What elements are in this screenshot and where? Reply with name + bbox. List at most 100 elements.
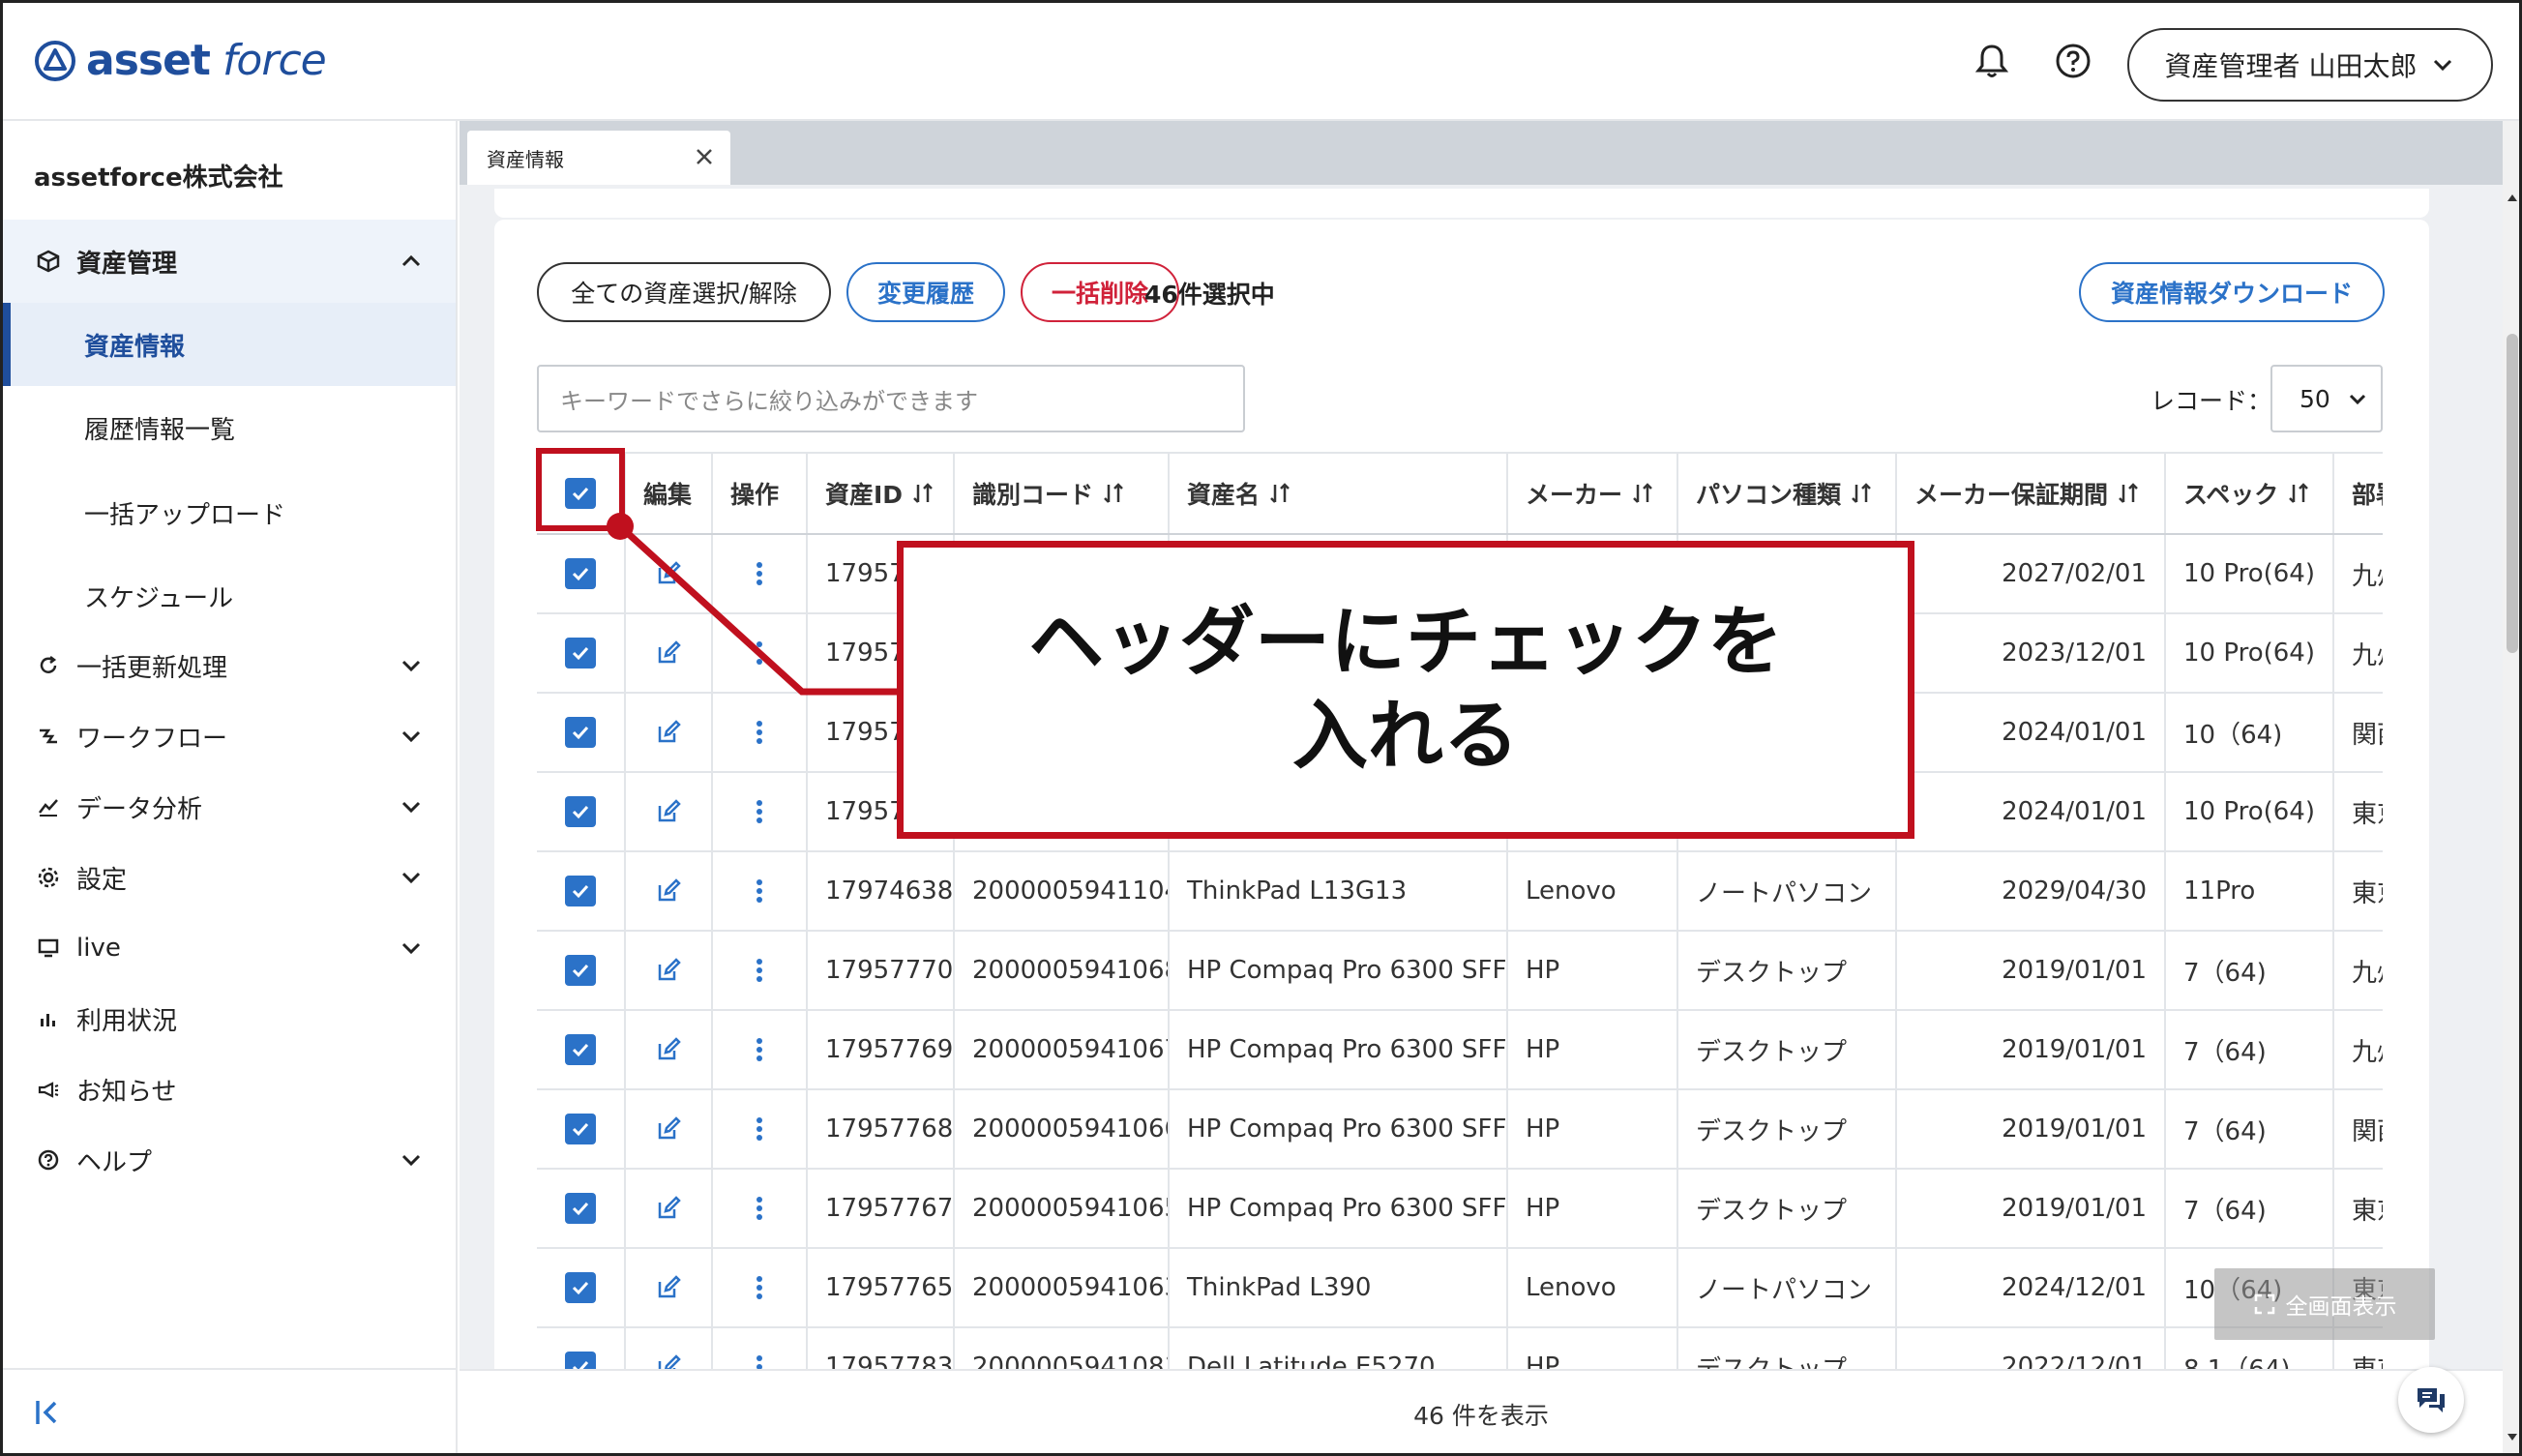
chevron-up-icon[interactable]	[398, 248, 425, 275]
row-checkbox-cell[interactable]	[537, 535, 624, 612]
actions-cell[interactable]	[711, 1328, 806, 1369]
actions-cell[interactable]	[711, 694, 806, 771]
edit-icon[interactable]	[655, 957, 682, 984]
row-checkbox[interactable]	[565, 1352, 596, 1369]
actions-cell[interactable]	[711, 773, 806, 850]
row-checkbox-cell[interactable]	[537, 852, 624, 930]
edit-icon[interactable]	[655, 1274, 682, 1301]
edit-icon[interactable]	[655, 1353, 682, 1369]
header-department[interactable]: 部署	[2332, 454, 2383, 533]
edit-icon[interactable]	[655, 1036, 682, 1063]
chevron-down-icon[interactable]	[398, 652, 425, 679]
actions-cell[interactable]	[711, 535, 806, 612]
header-asset-id[interactable]: 資産ID	[806, 454, 953, 533]
more-vertical-icon[interactable]	[755, 639, 764, 667]
actions-cell[interactable]	[711, 932, 806, 1009]
more-vertical-icon[interactable]	[755, 1195, 764, 1222]
edit-icon[interactable]	[655, 560, 682, 587]
chat-button[interactable]	[2398, 1367, 2464, 1433]
download-button[interactable]: 資産情報ダウンロード	[2079, 262, 2385, 322]
row-checkbox-cell[interactable]	[537, 1249, 624, 1326]
sidebar-group-asset-management[interactable]: 資産管理	[3, 220, 456, 303]
header-identification-code[interactable]: 識別コード	[953, 454, 1168, 533]
collapse-sidebar-icon[interactable]	[32, 1395, 67, 1430]
edit-cell[interactable]	[624, 1011, 711, 1088]
sort-icon[interactable]	[910, 481, 935, 506]
chevron-down-icon[interactable]	[398, 864, 425, 891]
edit-cell[interactable]	[624, 1170, 711, 1247]
row-checkbox[interactable]	[565, 876, 596, 906]
row-checkbox[interactable]	[565, 1272, 596, 1303]
table-row[interactable]: 17957770 2000005941068 HP Compaq Pro 6300 …	[537, 932, 2383, 1011]
row-checkbox[interactable]	[565, 1114, 596, 1144]
edit-cell[interactable]	[624, 535, 711, 612]
chevron-down-icon[interactable]	[398, 935, 425, 962]
edit-cell[interactable]	[624, 932, 711, 1009]
more-vertical-icon[interactable]	[755, 798, 764, 825]
change-history-button[interactable]: 変更履歴	[846, 262, 1005, 322]
edit-icon[interactable]	[655, 639, 682, 667]
actions-cell[interactable]	[711, 1170, 806, 1247]
sort-icon[interactable]	[1849, 481, 1874, 506]
more-vertical-icon[interactable]	[755, 719, 764, 746]
scroll-up-arrow-icon[interactable]	[2507, 193, 2518, 202]
row-checkbox-cell[interactable]	[537, 1011, 624, 1088]
row-checkbox[interactable]	[565, 1193, 596, 1224]
edit-icon[interactable]	[655, 1115, 682, 1143]
edit-cell[interactable]	[624, 614, 711, 692]
more-vertical-icon[interactable]	[755, 1274, 764, 1301]
chevron-down-icon[interactable]	[398, 793, 425, 820]
more-vertical-icon[interactable]	[755, 1353, 764, 1369]
table-row[interactable]: 17957769 2000005941067 HP Compaq Pro 6300 …	[537, 1011, 2383, 1090]
edit-cell[interactable]	[624, 773, 711, 850]
row-checkbox-cell[interactable]	[537, 1090, 624, 1168]
header-pc-type[interactable]: パソコン種類	[1676, 454, 1895, 533]
table-row[interactable]: 17957768 2000005941066 HP Compaq Pro 6300 …	[537, 1090, 2383, 1170]
row-checkbox[interactable]	[565, 638, 596, 669]
header-spec[interactable]: スペック	[2164, 454, 2332, 533]
tab-asset-info[interactable]: 資産情報	[467, 131, 730, 185]
row-checkbox-cell[interactable]	[537, 1328, 624, 1369]
edit-icon[interactable]	[655, 798, 682, 825]
table-row[interactable]: 17957765 2000005941063 ThinkPad L390 Lenovo…	[537, 1249, 2383, 1328]
app-logo[interactable]: asset force	[34, 36, 327, 85]
sort-icon[interactable]	[2286, 481, 2311, 506]
edit-cell[interactable]	[624, 1090, 711, 1168]
more-vertical-icon[interactable]	[755, 957, 764, 984]
row-checkbox[interactable]	[565, 796, 596, 827]
more-vertical-icon[interactable]	[755, 1115, 764, 1143]
sidebar-item-history-list[interactable]: 履歴情報一覧	[3, 386, 456, 469]
row-checkbox-cell[interactable]	[537, 694, 624, 771]
edit-cell[interactable]	[624, 1249, 711, 1326]
help-circle-icon[interactable]	[2052, 40, 2094, 82]
table-row[interactable]: 17957783 2000005941081 Dell Latitude E5270…	[537, 1328, 2383, 1369]
user-menu-button[interactable]: 資産管理者 山田太郎	[2127, 28, 2493, 102]
edit-icon[interactable]	[655, 1195, 682, 1222]
row-checkbox-cell[interactable]	[537, 614, 624, 692]
edit-cell[interactable]	[624, 694, 711, 771]
scroll-down-arrow-icon[interactable]	[2507, 1433, 2518, 1442]
edit-cell[interactable]	[624, 852, 711, 930]
row-checkbox[interactable]	[565, 717, 596, 748]
sort-icon[interactable]	[2116, 481, 2141, 506]
sort-icon[interactable]	[1267, 481, 1292, 506]
sidebar-group-help[interactable]: ヘルプ	[3, 1118, 456, 1202]
row-checkbox[interactable]	[565, 955, 596, 986]
table-row[interactable]: 17957767 2000005941065 HP Compaq Pro 6300 …	[537, 1170, 2383, 1249]
chevron-down-icon[interactable]	[398, 1146, 425, 1174]
row-checkbox[interactable]	[565, 558, 596, 589]
actions-cell[interactable]	[711, 1249, 806, 1326]
chevron-down-icon[interactable]	[398, 723, 425, 750]
fullscreen-button[interactable]: 全画面表示	[2214, 1268, 2435, 1340]
sort-icon[interactable]	[1630, 481, 1655, 506]
page-scrollbar[interactable]	[2503, 121, 2519, 1453]
header-maker[interactable]: メーカー	[1506, 454, 1676, 533]
select-all-button[interactable]: 全ての資産選択/解除	[537, 262, 831, 322]
scrollbar-thumb[interactable]	[2507, 334, 2518, 653]
sidebar-item-bulk-upload[interactable]: 一括アップロード	[3, 471, 456, 554]
row-checkbox-cell[interactable]	[537, 932, 624, 1009]
actions-cell[interactable]	[711, 614, 806, 692]
edit-cell[interactable]	[624, 1328, 711, 1369]
actions-cell[interactable]	[711, 852, 806, 930]
row-checkbox[interactable]	[565, 1034, 596, 1065]
